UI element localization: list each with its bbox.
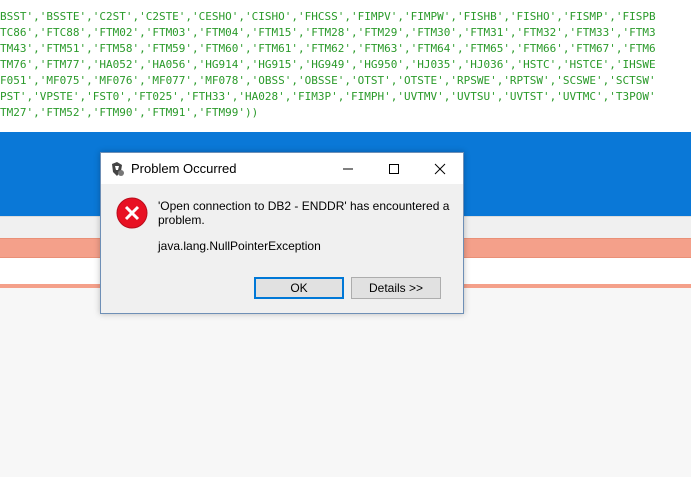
minimize-icon	[343, 168, 353, 169]
app-icon	[109, 161, 125, 177]
problem-dialog: Problem Occurred 'Open connection to DB2…	[100, 152, 464, 314]
ok-button[interactable]: OK	[254, 277, 344, 299]
code-line: BSST','BSSTE','C2ST','C2STE','CESHO','CI…	[0, 10, 656, 23]
error-message: 'Open connection to DB2 - ENDDR' has enc…	[158, 199, 450, 227]
error-detail: java.lang.NullPointerException	[158, 239, 321, 253]
dialog-titlebar[interactable]: Problem Occurred	[101, 153, 463, 184]
maximize-icon	[389, 163, 399, 174]
close-button[interactable]	[417, 153, 463, 184]
details-button[interactable]: Details >>	[351, 277, 441, 299]
results-area	[0, 288, 691, 477]
maximize-button[interactable]	[371, 153, 417, 184]
code-line: TC86','FTC88','FTM02','FTM03','FTM04','F…	[0, 26, 656, 39]
minimize-button[interactable]	[325, 153, 371, 184]
sql-editor[interactable]: BSST','BSSTE','C2ST','C2STE','CESHO','CI…	[0, 0, 691, 132]
code-line: TM76','FTM77','HA052','HA056','HG914','H…	[0, 58, 656, 71]
code-line: TM43','FTM51','FTM58','FTM59','FTM60','F…	[0, 42, 656, 55]
error-icon	[116, 197, 148, 229]
code-line: F051','MF075','MF076','MF077','MF078','O…	[0, 74, 656, 87]
dialog-title: Problem Occurred	[131, 161, 237, 176]
code-line: TM27','FTM52','FTM90','FTM91','FTM99'))	[0, 106, 259, 119]
code-line: PST','VPSTE','FST0','FT025','FTH33','HA0…	[0, 90, 656, 103]
close-icon	[434, 163, 446, 174]
